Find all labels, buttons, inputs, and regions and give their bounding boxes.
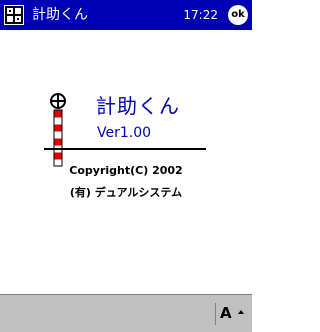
app-title: 計助くん (32, 7, 88, 23)
command-bar-inner: A (0, 299, 252, 325)
chevron-up-icon (238, 310, 244, 314)
version-label: Ver1.00 (97, 125, 152, 141)
company-name: (有) デュアルシステム (69, 186, 183, 199)
command-bar-separator (215, 303, 216, 325)
app-window: 計助くん 17:22 ok 計助くん Ver1.00 Copyright(C) … (0, 0, 252, 332)
copyright-text: Copyright(C) 2002 (69, 164, 183, 177)
about-panel: 計助くん Ver1.00 Copyright(C) 2002 (有) デュアルシ… (0, 30, 252, 294)
input-panel-button[interactable]: A (218, 303, 246, 325)
title-bar: 計助くん 17:22 ok (0, 0, 252, 30)
start-menu-icon[interactable] (4, 5, 24, 25)
command-bar: A (0, 294, 252, 332)
ok-button[interactable]: ok (228, 5, 248, 25)
survey-pole-icon (44, 92, 78, 170)
clock[interactable]: 17:22 (183, 7, 218, 23)
app-name: 計助くん (96, 94, 180, 118)
divider (44, 148, 206, 150)
input-panel-icon: A (220, 304, 232, 322)
